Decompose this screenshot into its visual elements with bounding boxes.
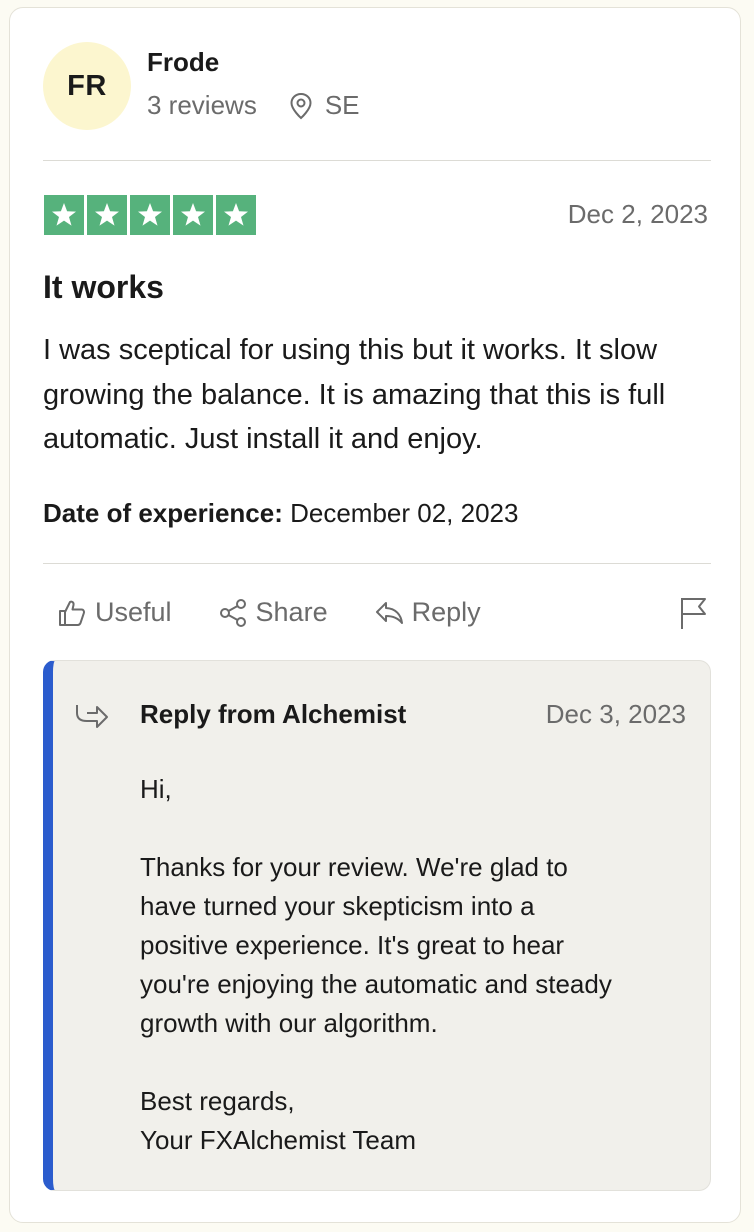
thumbs-up-icon (59, 600, 86, 626)
review-actions: Useful Share Reply (57, 597, 481, 628)
reply-line: growth with our algorithm. (140, 1008, 438, 1038)
header-divider (43, 160, 711, 161)
review-body: I was sceptical for using this but it wo… (43, 334, 666, 455)
reply-arrow-icon (375, 601, 403, 624)
star-rating (44, 195, 256, 235)
report-flag-button[interactable] (679, 595, 709, 636)
reply-label: Reply (411, 597, 481, 627)
reviewer-name[interactable]: Frode (147, 47, 360, 78)
reply-signature: Your FXAlchemist Team (140, 1125, 417, 1155)
review-date: Dec 2, 2023 (567, 199, 708, 229)
reviewer-location: SE (289, 90, 360, 121)
reply-line: positive experience. It's great to hear (140, 930, 565, 960)
star-icon (44, 195, 84, 235)
location-pin-icon (290, 92, 312, 119)
review-title[interactable]: It works (43, 269, 164, 306)
reply-body: Hi, Thanks for your review. We're glad t… (140, 770, 700, 1160)
flag-icon (681, 598, 706, 629)
star-icon (173, 195, 213, 235)
star-icon (87, 195, 127, 235)
reply-button[interactable]: Reply (374, 597, 481, 628)
useful-label: Useful (95, 597, 172, 627)
share-label: Share (255, 597, 328, 627)
reply-line: Thanks for your review. We're glad to (140, 852, 568, 882)
reply-forward-icon (76, 705, 108, 728)
reviewer-info: Frode 3 reviews SE (147, 47, 360, 121)
share-button[interactable]: Share (218, 597, 328, 628)
country-code: SE (324, 90, 360, 120)
useful-button[interactable]: Useful (57, 597, 172, 628)
review-card: FR Frode 3 reviews SE Dec 2, 2023 It wor… (9, 7, 741, 1223)
company-reply: Reply from Alchemist Dec 3, 2023 Hi, Tha… (43, 660, 711, 1191)
reply-greeting: Hi, (140, 774, 172, 804)
reviewer-meta: 3 reviews SE (147, 90, 360, 121)
avatar[interactable]: FR (43, 42, 131, 130)
share-icon (219, 598, 246, 627)
reply-signoff: Best regards, (140, 1086, 295, 1116)
experience-date: December 02, 2023 (290, 498, 519, 528)
actions-divider (43, 563, 711, 564)
reviewer-header: FR Frode 3 reviews SE (43, 41, 360, 131)
date-of-experience: Date of experience: December 02, 2023 (43, 498, 518, 529)
star-icon (216, 195, 256, 235)
reply-from: Reply from Alchemist (140, 699, 407, 729)
reply-line: you're enjoying the automatic and steady (140, 969, 612, 999)
reply-line: have turned your skepticism into a (140, 891, 535, 921)
reply-date: Dec 3, 2023 (545, 699, 686, 729)
experience-label: Date of experience: (43, 498, 283, 528)
reviews-count: 3 reviews (147, 90, 257, 120)
star-icon (130, 195, 170, 235)
